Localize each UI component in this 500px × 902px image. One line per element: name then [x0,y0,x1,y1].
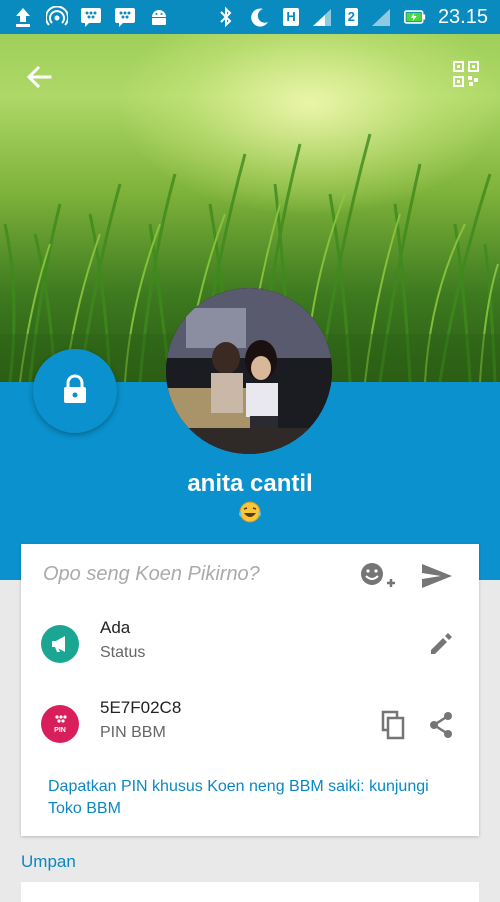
status-row[interactable]: Ada Status [21,610,479,676]
android-debug-icon [148,6,170,28]
privacy-lock-button[interactable] [33,349,117,433]
share-icon[interactable] [426,710,456,740]
lock-icon [62,374,88,409]
feed-section-title: Umpan [21,852,76,871]
bbm-pin-icon: PIN [41,705,79,743]
copy-icon[interactable] [379,710,407,740]
edit-pencil-icon[interactable] [427,630,455,658]
back-arrow-icon[interactable] [22,60,56,94]
pin-value: 5E7F02C8 [100,698,182,717]
status-input-row: Opo seng Koen Pikirno? [21,544,479,606]
signal-icon-sim2 [370,6,392,28]
feed-card [21,882,479,902]
pin-label: PIN BBM [100,724,166,741]
clock: 23.15 [437,5,488,28]
network-type-badge: H [283,8,299,26]
battery-charging-icon [403,6,426,28]
get-custom-pin-link[interactable]: Dapatkan PIN khusus Koen neng BBM saiki:… [48,776,448,820]
status-input[interactable]: Opo seng Koen Pikirno? [43,563,260,586]
laughing-emoji-icon [238,500,262,524]
sim2-badge: 2 [344,8,358,26]
add-emoticon-icon[interactable] [359,560,399,592]
status-label: Status [100,644,146,661]
profile-details-card: Opo seng Koen Pikirno? Ada Status PIN 5E… [21,544,479,836]
status-bar: H 2 23.15 [0,0,500,34]
bluetooth-icon [215,6,237,28]
send-icon[interactable] [419,560,455,592]
bbm-notification-icon [114,6,136,28]
avatar[interactable] [166,288,332,454]
status-value: Ada [100,618,131,637]
pin-icon-label: PIN [54,727,66,734]
qr-code-icon[interactable] [452,60,480,88]
pin-row[interactable]: PIN 5E7F02C8 PIN BBM [21,690,479,756]
do-not-disturb-moon-icon [249,6,271,28]
profile-name: anita cantil [187,470,313,497]
upload-icon [12,6,34,28]
signal-icon [311,6,333,28]
megaphone-icon [41,625,79,663]
hotspot-icon [46,6,68,28]
bbm-notification-icon [80,6,102,28]
